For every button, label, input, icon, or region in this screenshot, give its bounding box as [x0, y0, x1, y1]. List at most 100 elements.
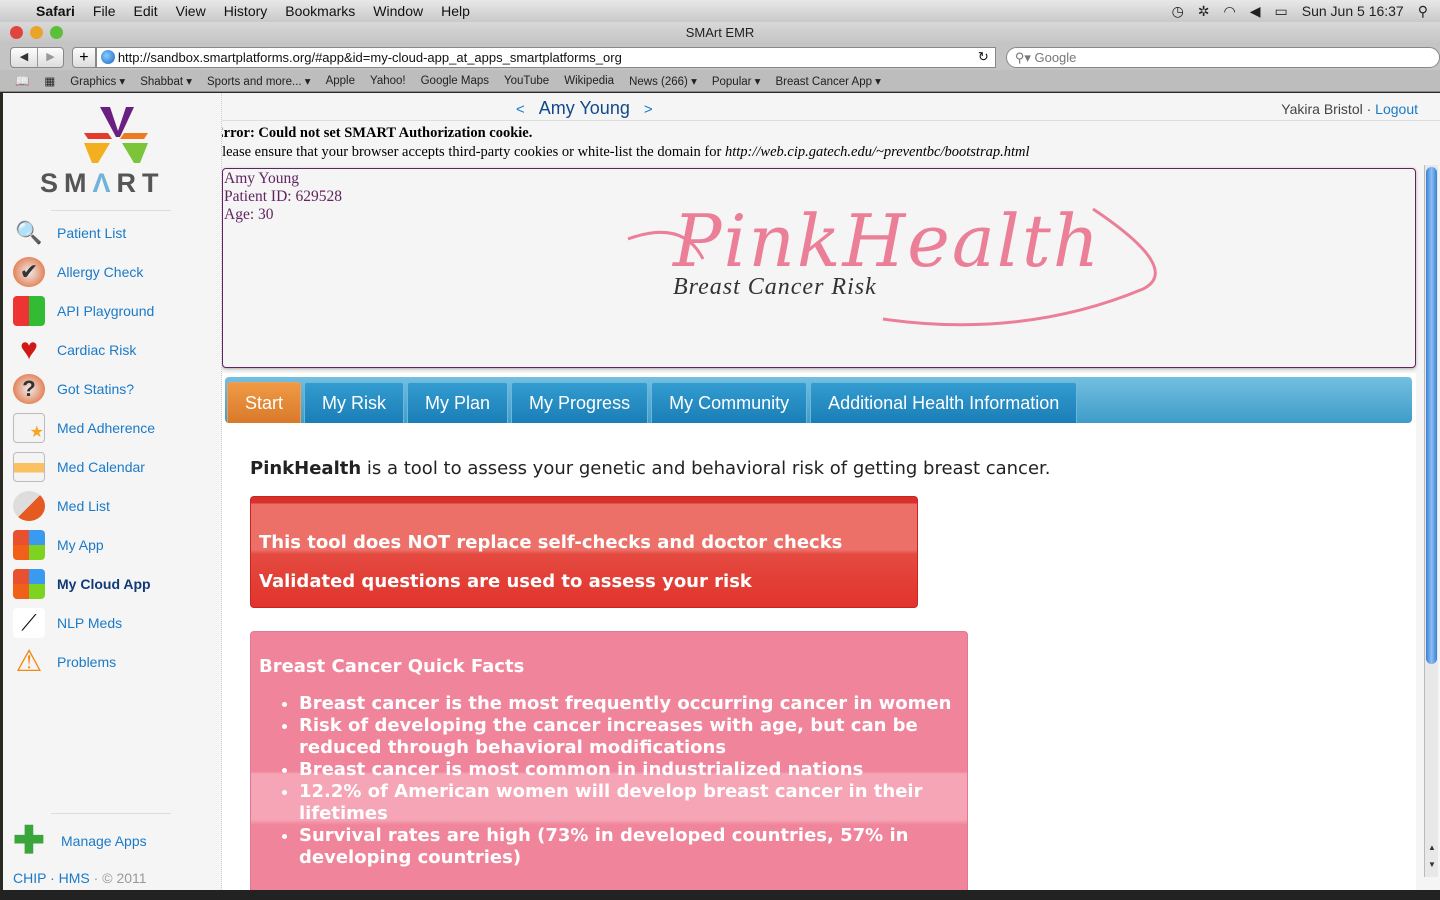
reading-list-icon[interactable]: 📖 [15, 74, 29, 88]
menu-window[interactable]: Window [373, 3, 423, 19]
sidebar-item-med-adherence[interactable]: ★ Med Adherence [13, 408, 213, 447]
app-list: 🔍 Patient List ✔ Allergy Check API Playgro… [13, 213, 213, 681]
search-placeholder: Google [1034, 49, 1077, 65]
warning-icon: ⚠ [15, 645, 43, 678]
bookmark-item[interactable]: Google Maps [421, 75, 489, 87]
tab-bar: Start My Risk My Plan My Progress My Com… [225, 377, 1412, 423]
minimize-window-button[interactable] [30, 26, 43, 39]
clock[interactable]: Sun Jun 5 16:37 [1302, 3, 1404, 19]
patient-info-name: Amy Young [224, 170, 299, 187]
checkmark-icon: ✔ [13, 256, 45, 287]
reload-icon[interactable]: ↻ [978, 49, 989, 65]
previous-patient-button[interactable]: < [516, 101, 525, 118]
volume-icon[interactable]: ◀ [1250, 3, 1261, 20]
patient-info-id: Patient ID: 629528 [224, 188, 342, 205]
bookmark-item[interactable]: News (266) ▾ [629, 74, 697, 88]
tab-start[interactable]: Start [227, 382, 302, 423]
spotlight-icon[interactable]: ⚲ [1418, 3, 1428, 20]
sidebar-item-label: API Playground [57, 302, 155, 319]
pinkhealth-logo: PinkHealth Breast Cancer Risk [627, 189, 1157, 339]
time-machine-icon[interactable]: ◷ [1172, 3, 1184, 20]
sidebar-item-nlp-meds[interactable]: ⟋ NLP Meds [13, 603, 213, 642]
menu-view[interactable]: View [176, 3, 206, 19]
fact-item: Survival rates are high (73% in develope… [299, 825, 959, 869]
sidebar-item-got-statins[interactable]: ? Got Statins? [13, 369, 213, 408]
calendar-star-icon: ★ [13, 412, 45, 443]
sidebar-item-med-list[interactable]: Med List [13, 486, 213, 525]
logout-link[interactable]: Logout [1375, 101, 1418, 117]
menu-file[interactable]: File [93, 3, 116, 19]
chip-link[interactable]: CHIP [13, 870, 46, 886]
sidebar-item-allergy-check[interactable]: ✔ Allergy Check [13, 252, 213, 291]
sidebar-item-label: Med List [57, 497, 110, 514]
bookmark-item[interactable]: Apple [326, 75, 355, 87]
sidebar-item-label: Med Calendar [57, 458, 145, 475]
bookmark-item[interactable]: Popular ▾ [712, 74, 761, 88]
magnifier-icon: 🔍 [15, 219, 43, 245]
tab-additional-health-information[interactable]: Additional Health Information [810, 382, 1078, 423]
tab-my-community[interactable]: My Community [651, 382, 808, 423]
sidebar-item-label: Med Adherence [57, 419, 156, 436]
battery-icon[interactable]: ▭ [1275, 3, 1288, 20]
sidebar-item-api-playground[interactable]: API Playground [13, 291, 213, 330]
sidebar-item-my-cloud-app[interactable]: My Cloud App [13, 564, 213, 603]
sidebar-item-med-calendar[interactable]: Med Calendar [13, 447, 213, 486]
search-input[interactable]: ⚲▾ Google [1005, 46, 1440, 68]
bookmark-item[interactable]: Shabbat ▾ [140, 74, 192, 88]
sidebar-item-my-app[interactable]: My App [13, 525, 213, 564]
next-patient-button[interactable]: > [644, 101, 653, 118]
blocks-icon [13, 295, 45, 326]
scrollbar-thumb[interactable] [1426, 167, 1437, 664]
menu-bar: Safari File Edit View History Bookmarks … [0, 0, 1440, 22]
scroll-down-arrow[interactable]: ▼ [1425, 860, 1439, 869]
bookmark-item[interactable]: Yahoo! [370, 75, 406, 87]
menu-edit[interactable]: Edit [133, 3, 157, 19]
brand-name: PinkHealth [673, 199, 1102, 283]
tab-my-risk[interactable]: My Risk [304, 382, 405, 423]
top-sites-icon[interactable]: ▦ [44, 74, 55, 88]
copyright: © 2011 [102, 870, 147, 886]
manage-apps-label: Manage Apps [61, 833, 147, 849]
tab-my-plan[interactable]: My Plan [407, 382, 509, 423]
bluetooth-icon[interactable]: ✲ [1198, 3, 1210, 20]
error-message: Error: Could not set SMART Authorization… [222, 124, 1029, 162]
bookmark-item[interactable]: Wikipedia [564, 75, 614, 87]
tab-my-progress[interactable]: My Progress [511, 382, 649, 423]
close-window-button[interactable] [10, 26, 23, 39]
patient-info-age: Age: 30 [224, 206, 274, 223]
globe-icon [100, 50, 115, 64]
notice-item: This tool does NOT replace self-checks a… [259, 532, 843, 553]
question-icon: ? [13, 373, 45, 404]
sidebar-item-patient-list[interactable]: 🔍 Patient List [13, 213, 213, 252]
user-name: Yakira Bristol [1281, 101, 1363, 117]
zoom-window-button[interactable] [50, 26, 63, 39]
bookmark-item[interactable]: Breast Cancer App ▾ [775, 74, 881, 88]
vertical-scrollbar[interactable]: ▲ ▼ [1424, 165, 1438, 877]
browser-toolbar: ◀ ▶ + http://sandbox.smartplatforms.org/#… [0, 44, 1440, 70]
sidebar-item-label: NLP Meds [57, 614, 123, 631]
menu-bookmarks[interactable]: Bookmarks [285, 3, 355, 19]
notice-item: Validated questions are used to assess y… [259, 571, 752, 592]
bookmark-item[interactable]: Graphics ▾ [70, 74, 125, 88]
intro-body: is a tool to assess your genetic and beh… [361, 458, 1051, 479]
menu-safari[interactable]: Safari [36, 3, 75, 19]
bookmark-item[interactable]: YouTube [504, 75, 549, 87]
error-text: Please ensure that your browser accepts … [222, 144, 725, 160]
sidebar-item-problems[interactable]: ⚠ Problems [13, 642, 213, 681]
main-content: < Amy Young > Yakira Bristol · Logout Erro… [222, 93, 1440, 890]
manage-apps-link[interactable]: ✚ Manage Apps [13, 822, 147, 860]
add-bookmark-button[interactable]: + [72, 46, 96, 68]
sidebar-item-cardiac-risk[interactable]: ♥ Cardiac Risk [13, 330, 213, 369]
scroll-up-arrow[interactable]: ▲ [1425, 843, 1439, 852]
address-bar[interactable]: http://sandbox.smartplatforms.org/#app&i… [95, 46, 996, 68]
window-titlebar: SMArt EMR [0, 22, 1440, 44]
hms-link[interactable]: HMS [59, 870, 90, 886]
back-button[interactable]: ◀ [11, 48, 37, 67]
menu-help[interactable]: Help [441, 3, 470, 19]
menu-history[interactable]: History [224, 3, 268, 19]
forward-button[interactable]: ▶ [37, 47, 63, 67]
bookmark-item[interactable]: Sports and more... ▾ [207, 74, 311, 88]
wifi-icon[interactable]: ◠ [1224, 3, 1236, 20]
sidebar: SMΛRT 🔍 Patient List ✔ Allergy Check API P… [3, 93, 222, 890]
app-tiles-icon [13, 529, 45, 560]
